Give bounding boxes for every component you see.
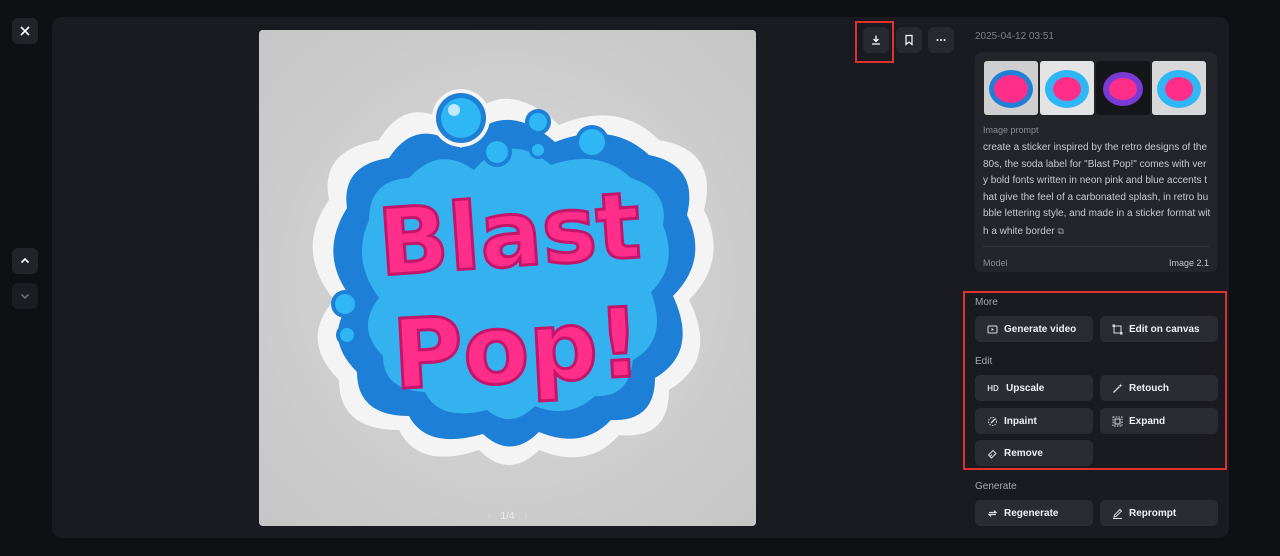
generate-video-button[interactable]: Generate video — [975, 316, 1093, 342]
generated-image: Blast Pop! — [259, 30, 756, 526]
expand-icon — [1111, 415, 1123, 427]
expand-button[interactable]: Expand — [1100, 408, 1218, 434]
prompt-body: create a sticker inspired by the retro d… — [983, 142, 1211, 237]
bookmark-icon — [905, 34, 913, 46]
bookmark-button[interactable] — [896, 27, 922, 53]
thumbnail-1[interactable] — [984, 61, 1038, 115]
model-value: Image 2.1 — [1168, 258, 1209, 268]
thumbnail-3[interactable] — [1096, 61, 1150, 115]
video-icon — [986, 323, 998, 335]
close-button[interactable] — [12, 18, 38, 44]
pager-next-icon[interactable]: › — [524, 511, 527, 522]
divider — [983, 246, 1209, 247]
image-pager: ‹ 1/4 › — [259, 511, 756, 522]
canvas-icon — [1111, 323, 1123, 335]
eraser-icon — [986, 447, 998, 459]
next-image-button[interactable] — [12, 283, 38, 309]
retouch-button[interactable]: Retouch — [1100, 375, 1218, 401]
model-label: Model — [983, 258, 1008, 268]
more-section-title: More — [975, 297, 998, 308]
sticker-text-line2: Pop! — [390, 287, 644, 412]
timestamp: 2025-04-12 03:51 — [975, 31, 1054, 42]
generate-section-title: Generate — [975, 481, 1017, 492]
previous-image-button[interactable] — [12, 248, 38, 274]
copy-icon[interactable]: ⧉ — [1058, 226, 1064, 236]
download-highlight — [855, 21, 894, 63]
more-options-button[interactable] — [928, 27, 954, 53]
hd-icon: HD — [987, 383, 999, 393]
inpaint-button[interactable]: Inpaint — [975, 408, 1093, 434]
regenerate-button[interactable]: Regenerate — [975, 500, 1093, 526]
image-info-card: Image prompt create a sticker inspired b… — [975, 52, 1217, 272]
sticker-text-line1: Blast — [375, 172, 644, 297]
prompt-text: create a sticker inspired by the retro d… — [983, 140, 1211, 240]
thumbnail-2[interactable] — [1040, 61, 1094, 115]
refresh-icon — [986, 507, 998, 519]
reprompt-button[interactable]: Reprompt — [1100, 500, 1218, 526]
upscale-button[interactable]: HD Upscale — [975, 375, 1093, 401]
brush-icon — [986, 415, 998, 427]
pager-prev-icon[interactable]: ‹ — [487, 511, 490, 522]
magic-wand-icon — [1111, 382, 1123, 394]
pager-count: 1/4 — [500, 511, 515, 522]
pencil-icon — [1111, 507, 1123, 519]
more-horizontal-icon — [936, 39, 946, 41]
close-icon — [20, 26, 30, 36]
edit-on-canvas-button[interactable]: Edit on canvas — [1100, 316, 1218, 342]
remove-button[interactable]: Remove — [975, 440, 1093, 466]
sticker-artwork: Blast Pop! — [259, 30, 756, 526]
chevron-down-icon — [20, 293, 30, 300]
chevron-up-icon — [20, 257, 30, 264]
prompt-label: Image prompt — [983, 125, 1039, 135]
thumbnail-4[interactable] — [1152, 61, 1206, 115]
edit-section-title: Edit — [975, 356, 993, 367]
